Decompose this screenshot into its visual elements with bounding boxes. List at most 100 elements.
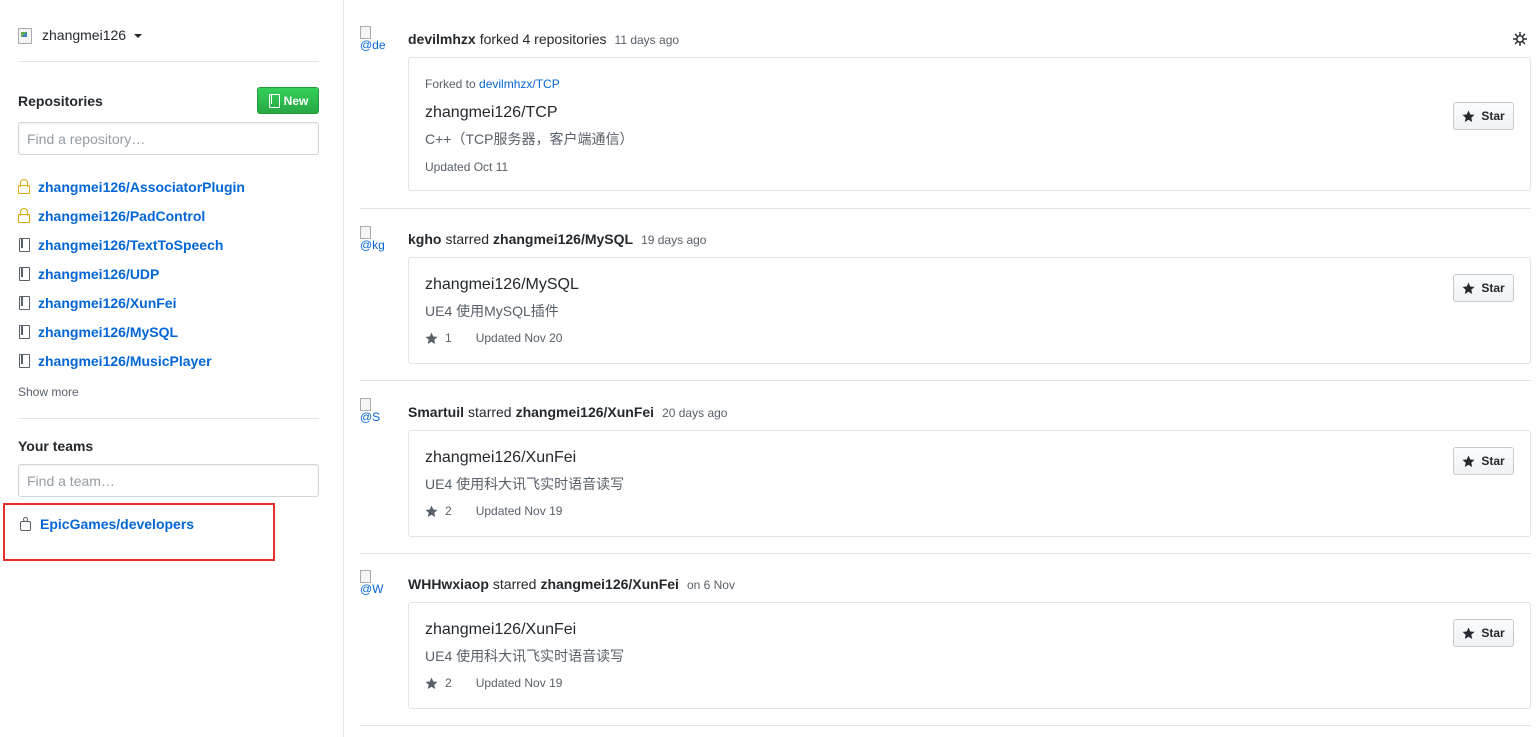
new-repository-button[interactable]: New: [257, 87, 319, 114]
card-repo-link[interactable]: zhangmei126/MySQL: [425, 276, 579, 294]
star-button[interactable]: Star: [1453, 102, 1514, 130]
card-repo-description: UE4 使用科大讯飞实时语音读写: [425, 648, 625, 664]
event-actor-link[interactable]: kgho: [408, 231, 441, 247]
event-action: starred: [445, 231, 490, 247]
repository-list: zhangmei126/AssociatorPlugin zhangmei126…: [18, 172, 319, 375]
forked-to-text: Forked to devilmhzx/TCP: [425, 77, 560, 91]
team-link[interactable]: EpicGames/developers: [40, 516, 194, 532]
show-more-link[interactable]: Show more: [18, 385, 79, 399]
card-repo-description: UE4 使用科大讯飞实时语音读写: [425, 476, 625, 492]
avatar-alt-text: @de: [360, 38, 386, 52]
star-button[interactable]: Star: [1453, 274, 1514, 302]
repo-icon: [19, 353, 30, 368]
card-meta: 2 Updated Nov 19: [425, 504, 562, 518]
card-repo-link[interactable]: zhangmei126/XunFei: [425, 621, 576, 639]
event-header: kgho starred zhangmei126/MySQL 19 days a…: [408, 231, 706, 251]
star-button-label: Star: [1481, 281, 1505, 295]
repository-link[interactable]: zhangmei126/MySQL: [38, 324, 178, 340]
avatar-alt-text: @kg: [360, 238, 385, 252]
event-actor-link[interactable]: WHHwxiaop: [408, 576, 489, 592]
account-switcher[interactable]: zhangmei126: [18, 24, 143, 46]
event-time: 19 days ago: [641, 233, 707, 247]
star-button-label: Star: [1481, 454, 1505, 468]
card-meta: Updated Oct 11: [425, 160, 508, 174]
repository-card: zhangmei126/XunFei UE4 使用科大讯飞实时语音读写 2 Up…: [408, 602, 1531, 709]
broken-image-icon: [360, 398, 372, 411]
repo-icon: [19, 266, 30, 281]
card-star-count: 2: [445, 504, 452, 518]
repository-list-item: zhangmei126/MySQL: [18, 317, 319, 346]
event-actor-link[interactable]: Smartuil: [408, 404, 464, 420]
actor-avatar[interactable]: @S: [360, 398, 392, 430]
card-repo-link[interactable]: zhangmei126/XunFei: [425, 449, 576, 467]
repository-card: Forked to devilmhzx/TCP zhangmei126/TCP …: [408, 57, 1531, 191]
card-star-count: 2: [445, 676, 452, 690]
card-updated: Updated Nov 20: [475, 331, 563, 345]
repository-link[interactable]: zhangmei126/PadControl: [38, 208, 205, 224]
feed-divider: [360, 380, 1531, 381]
card-star-count: 1: [445, 331, 452, 345]
repository-list-item: zhangmei126/UDP: [18, 259, 319, 288]
feed-divider: [360, 553, 1531, 554]
repo-icon: [19, 295, 30, 310]
repository-link[interactable]: zhangmei126/MusicPlayer: [38, 353, 212, 369]
event-header: devilmhzx forked 4 repositories 11 days …: [408, 31, 679, 51]
repository-link[interactable]: zhangmei126/AssociatorPlugin: [38, 179, 245, 195]
event-target-link[interactable]: zhangmei126/MySQL: [493, 231, 633, 247]
sidebar-divider: [18, 61, 319, 62]
caret-down-icon: [134, 34, 143, 38]
find-repository-input[interactable]: [18, 122, 319, 155]
team-list-item: EpicGames/developers: [20, 516, 194, 532]
highlight-annotation: [3, 503, 275, 561]
lock-icon: [18, 179, 30, 194]
repository-list-item: zhangmei126/PadControl: [18, 201, 319, 230]
actor-avatar[interactable]: @kg: [360, 226, 392, 258]
card-updated: Updated Oct 11: [425, 160, 509, 174]
star-button[interactable]: Star: [1453, 619, 1514, 647]
star-button[interactable]: Star: [1453, 447, 1514, 475]
broken-image-icon: [360, 26, 372, 39]
card-meta: 1 Updated Nov 20: [425, 331, 562, 345]
actor-avatar[interactable]: @W: [360, 570, 392, 602]
event-target-link[interactable]: zhangmei126/XunFei: [540, 576, 678, 592]
avatar-alt-text: @W: [360, 582, 384, 596]
card-meta: 2 Updated Nov 19: [425, 676, 562, 690]
event-action: forked 4 repositories: [479, 31, 607, 47]
star-icon: [425, 676, 439, 690]
lock-icon: [18, 208, 30, 223]
star-icon: [1462, 281, 1476, 295]
find-team-input[interactable]: [18, 464, 319, 497]
account-avatar: [18, 26, 36, 44]
feed-divider: [360, 725, 1531, 726]
broken-image-icon: [360, 570, 372, 583]
feed-settings-icon[interactable]: [1512, 31, 1528, 47]
actor-avatar[interactable]: @de: [360, 26, 392, 58]
card-repo-description: C++（TCP服务器，客户端通信）: [425, 131, 634, 147]
event-actor-link[interactable]: devilmhzx: [408, 31, 476, 47]
event-target-link[interactable]: zhangmei126/XunFei: [516, 404, 654, 420]
repository-link[interactable]: zhangmei126/TextToSpeech: [38, 237, 223, 253]
repository-link[interactable]: zhangmei126/UDP: [38, 266, 159, 282]
account-name: zhangmei126: [42, 27, 127, 43]
broken-image-icon: [360, 226, 372, 239]
star-icon: [1462, 626, 1476, 640]
event-action: starred: [468, 404, 512, 420]
repository-card: zhangmei126/MySQL UE4 使用MySQL插件 1 Update…: [408, 257, 1531, 364]
forked-repo-link[interactable]: devilmhzx/TCP: [479, 77, 560, 91]
card-updated: Updated Nov 19: [475, 504, 563, 518]
new-button-label: New: [283, 93, 309, 108]
repo-icon: [268, 93, 280, 108]
feed-divider: [360, 208, 1531, 209]
repository-link[interactable]: zhangmei126/XunFei: [38, 295, 176, 311]
star-button-label: Star: [1481, 109, 1505, 123]
repository-list-item: zhangmei126/XunFei: [18, 288, 319, 317]
card-repo-link[interactable]: zhangmei126/TCP: [425, 104, 558, 122]
event-action: starred: [492, 576, 537, 592]
repository-card: zhangmei126/XunFei UE4 使用科大讯飞实时语音读写 2 Up…: [408, 430, 1531, 537]
repository-list-item: zhangmei126/AssociatorPlugin: [18, 172, 319, 201]
star-icon: [1462, 109, 1476, 123]
repository-list-item: zhangmei126/MusicPlayer: [18, 346, 319, 375]
avatar-alt-text: @S: [360, 410, 381, 424]
event-time: on 6 Nov: [686, 578, 735, 592]
event-time: 11 days ago: [614, 33, 680, 47]
